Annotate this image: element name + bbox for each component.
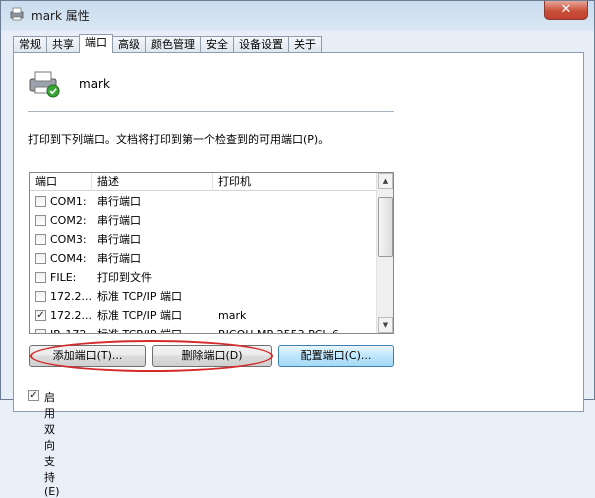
tab-device-settings[interactable]: 设备设置 — [233, 36, 289, 53]
port-name: 172.2... — [50, 309, 92, 322]
scroll-down-icon[interactable]: ▼ — [378, 317, 393, 333]
divider — [28, 111, 394, 112]
port-name: COM2: — [50, 214, 87, 227]
properties-window: mark 属性 ✕ 常规 共享 端口 高级 颜色管理 安全 设备设置 关于 ma… — [0, 0, 595, 498]
port-printer: mark — [218, 309, 247, 322]
highlight-ellipse — [30, 340, 273, 372]
port-instruction: 打印到下列端口。文档将打印到第一个检查到的可用端口(P)。 — [28, 133, 330, 146]
port-description: 串行端口 — [97, 252, 141, 265]
tab-general[interactable]: 常规 — [13, 36, 47, 53]
scroll-thumb[interactable] — [378, 197, 393, 257]
port-row-tcpip-1[interactable]: 172.2... 标准 TCP/IP 端口 — [30, 287, 378, 306]
port-printer: RICOH MP 2553 PCL 6 — [218, 325, 339, 333]
close-icon: ✕ — [560, 2, 572, 17]
window-title: mark 属性 — [31, 9, 90, 23]
port-list[interactable]: 端口 描述 打印机 COM1: 串行端口 COM2: 串行端口 COM3: 串行… — [29, 172, 394, 334]
port-row-tcpip-2[interactable]: ✓ 172.2... 标准 TCP/IP 端口 mark — [30, 306, 378, 325]
tab-strip: 常规 共享 端口 高级 颜色管理 安全 设备设置 关于 — [13, 34, 322, 53]
port-description: 串行端口 — [97, 233, 141, 246]
port-row-com4[interactable]: COM4: 串行端口 — [30, 249, 378, 268]
port-checkbox[interactable] — [35, 215, 46, 226]
tab-about[interactable]: 关于 — [288, 36, 322, 53]
port-description: 串行端口 — [97, 214, 141, 227]
port-description: 标准 TCP/IP 端口 — [97, 290, 182, 303]
port-row-com3[interactable]: COM3: 串行端口 — [30, 230, 378, 249]
configure-port-button[interactable]: 配置端口(C)... — [278, 345, 394, 367]
bidirectional-label: 启用双向支持(E) — [44, 391, 60, 498]
tab-sharing[interactable]: 共享 — [46, 36, 80, 53]
port-checkbox[interactable] — [35, 329, 46, 333]
port-list-header: 端口 描述 打印机 — [30, 173, 378, 191]
port-description: 标准 TCP/IP 端口 — [97, 309, 182, 322]
port-checkbox-checked[interactable]: ✓ — [35, 310, 46, 321]
printer-name: mark — [79, 77, 110, 91]
printer-default-icon — [29, 71, 60, 98]
port-name: FILE: — [50, 271, 77, 284]
tab-ports[interactable]: 端口 — [79, 34, 113, 53]
column-header-port[interactable]: 端口 — [30, 173, 92, 191]
column-header-description[interactable]: 描述 — [92, 173, 213, 191]
port-row-file[interactable]: FILE: 打印到文件 — [30, 268, 378, 287]
column-header-printer[interactable]: 打印机 — [213, 173, 378, 191]
port-checkbox[interactable] — [35, 291, 46, 302]
port-checkbox[interactable] — [35, 272, 46, 283]
printer-icon — [10, 7, 24, 21]
bidirectional-checkbox[interactable]: ✓ — [28, 390, 39, 401]
port-checkbox[interactable] — [35, 234, 46, 245]
title-bar[interactable]: mark 属性 ✕ — [1, 1, 594, 31]
scroll-up-icon[interactable]: ▲ — [378, 173, 393, 189]
close-button[interactable]: ✕ — [544, 1, 588, 20]
port-rows: COM1: 串行端口 COM2: 串行端口 COM3: 串行端口 COM4: 串… — [30, 192, 378, 333]
port-checkbox[interactable] — [35, 253, 46, 264]
port-name: COM1: — [50, 195, 87, 208]
port-row-com2[interactable]: COM2: 串行端口 — [30, 211, 378, 230]
port-name: IP_172... — [50, 325, 97, 333]
port-row-com1[interactable]: COM1: 串行端口 — [30, 192, 378, 211]
port-name: COM3: — [50, 233, 87, 246]
tab-security[interactable]: 安全 — [200, 36, 234, 53]
port-description: 串行端口 — [97, 195, 141, 208]
port-description: 打印到文件 — [97, 271, 152, 284]
port-name: COM4: — [50, 252, 87, 265]
port-row-ip[interactable]: IP_172... 标准 TCP/IP 端口 RICOH MP 2553 PCL… — [30, 325, 378, 333]
port-name: 172.2... — [50, 290, 92, 303]
port-checkbox[interactable] — [35, 196, 46, 207]
tab-color-management[interactable]: 颜色管理 — [145, 36, 201, 53]
tab-advanced[interactable]: 高级 — [112, 36, 146, 53]
port-description: 标准 TCP/IP 端口 — [97, 325, 182, 333]
vertical-scrollbar[interactable]: ▲ ▼ — [376, 173, 393, 333]
